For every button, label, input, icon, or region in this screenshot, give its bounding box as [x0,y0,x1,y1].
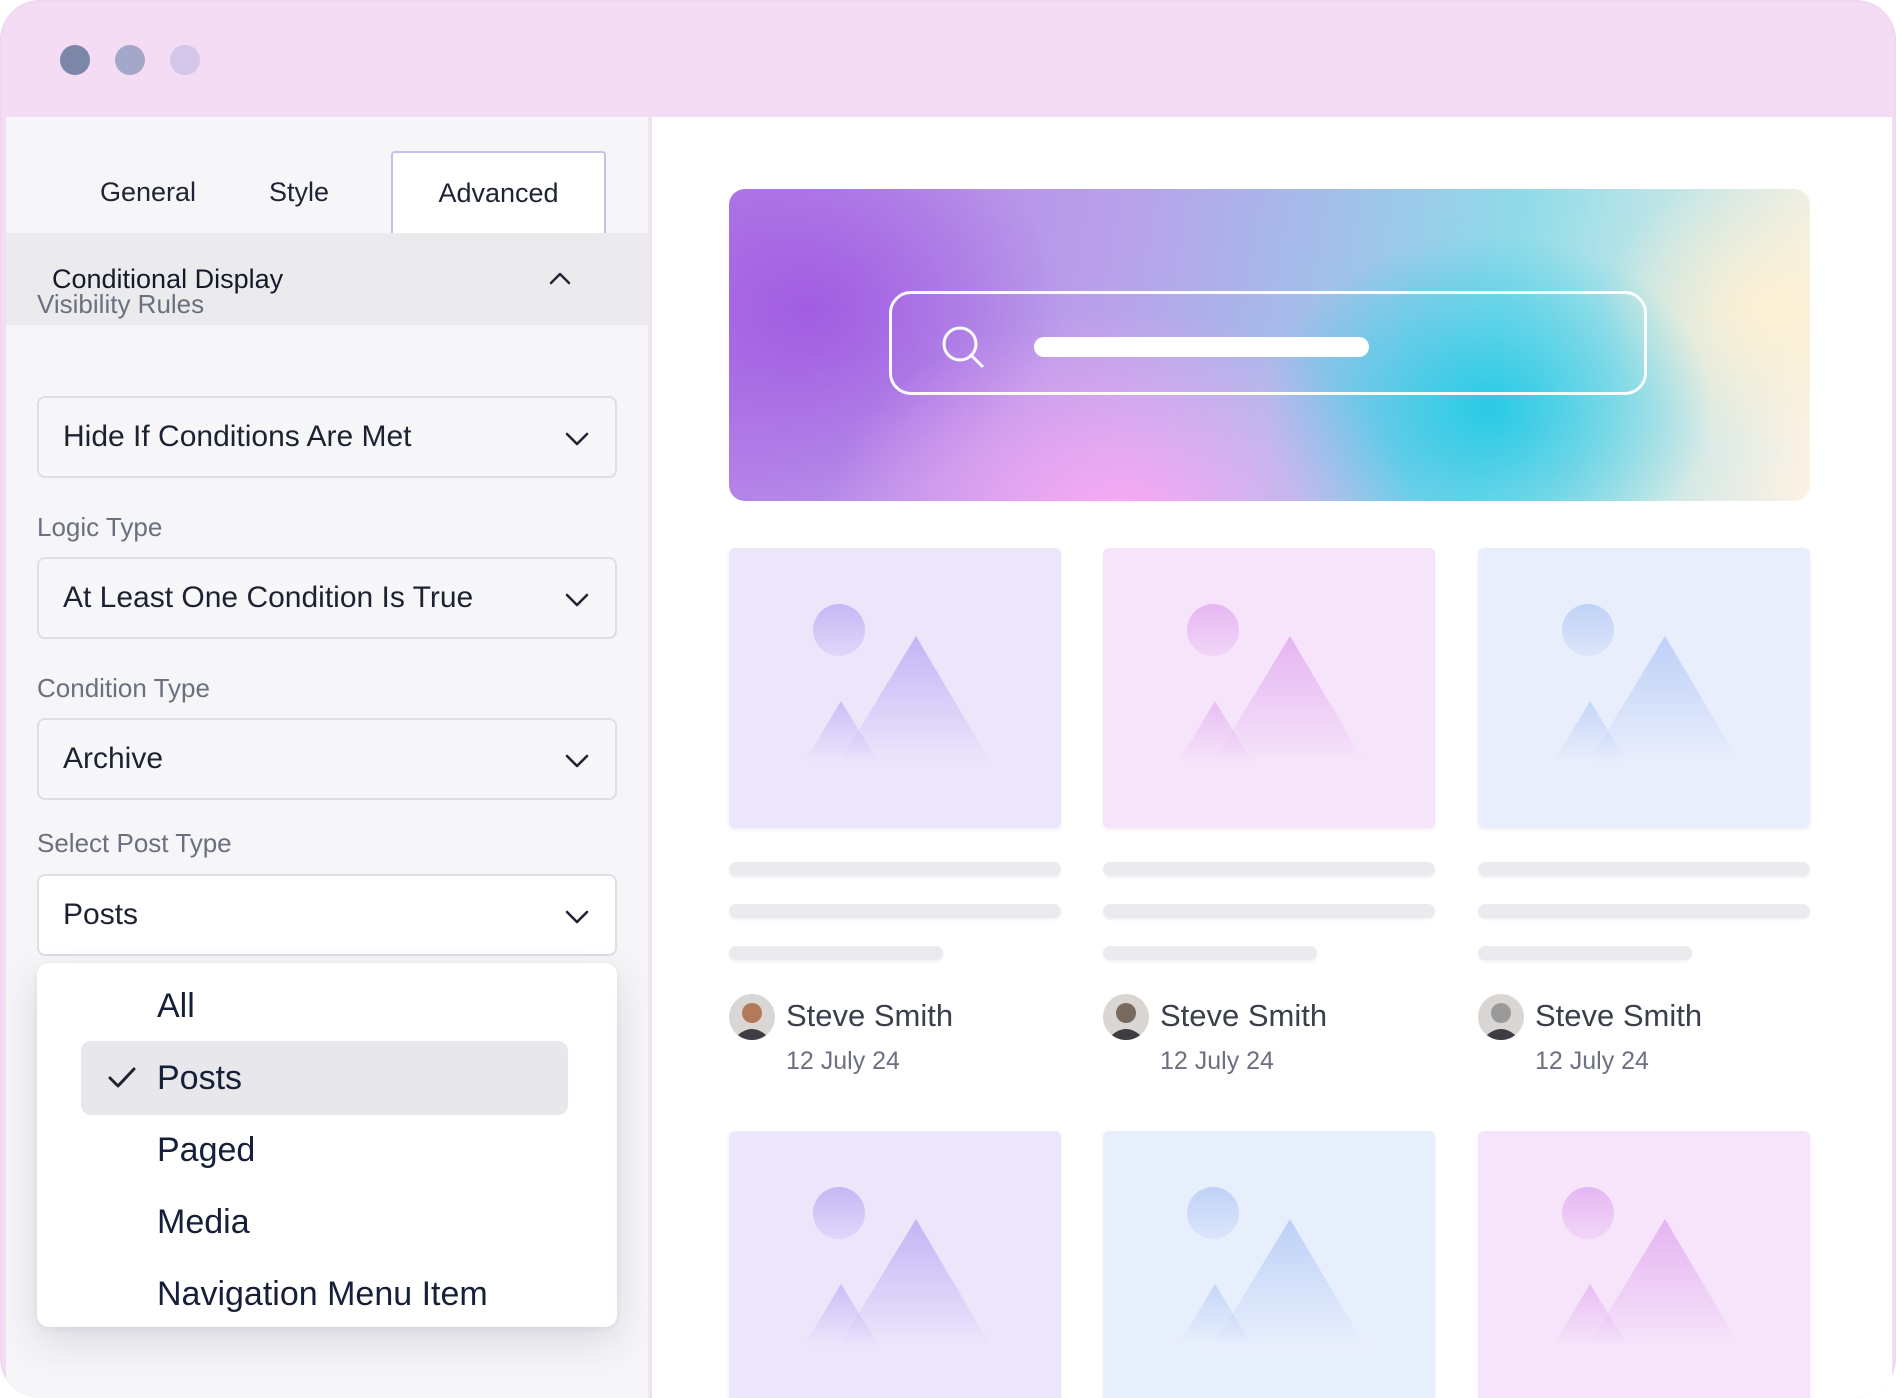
post-thumbnail[interactable] [1478,548,1810,828]
window-minimize-button[interactable] [115,45,145,75]
option-all[interactable]: All [81,969,568,1043]
text-skeleton-line [1478,904,1810,918]
option-navigation-menu-item[interactable]: Navigation Menu Item [81,1257,568,1331]
condition-type-select[interactable]: Archive [37,718,617,800]
text-skeleton-line [729,904,1061,918]
settings-panel: General Style Advanced Conditional Displ… [6,117,650,1398]
condition-type-label: Condition Type [37,673,210,703]
post-date: 12 July 24 [786,1047,900,1075]
option-label: Posts [157,1058,243,1097]
author-avatar[interactable] [729,994,775,1040]
image-placeholder-icon [1178,604,1365,763]
search-icon [942,326,984,368]
logic-type-value: At Least One Condition Is True [63,581,474,614]
visibility-rules-select[interactable]: Hide If Conditions Are Met [37,396,617,478]
post-thumbnail[interactable] [729,1131,1061,1398]
image-placeholder-icon [804,604,991,763]
chevron-down-icon [565,593,589,607]
text-skeleton-line [1103,946,1317,960]
author-avatar[interactable] [1478,994,1524,1040]
post-type-select[interactable]: Posts [37,874,617,956]
image-placeholder-icon [1178,1187,1365,1346]
chevron-up-icon [549,272,571,285]
hero-search-box[interactable] [889,291,1647,395]
post-type-value: Posts [63,898,139,931]
tab-bar: General Style Advanced [6,117,648,233]
search-placeholder-bar [1034,337,1369,357]
image-placeholder-icon [804,1187,991,1346]
image-placeholder-icon [1553,604,1740,763]
post-date: 12 July 24 [1535,1047,1649,1075]
post-thumbnail[interactable] [1103,548,1435,828]
author-name[interactable]: Steve Smith [1535,998,1702,1034]
post-thumbnail[interactable] [729,548,1061,828]
logic-type-label: Logic Type [37,512,163,542]
option-label: All [157,986,195,1025]
chevron-down-icon [565,754,589,768]
author-name[interactable]: Steve Smith [786,998,953,1034]
post-type-label: Select Post Type [37,828,232,858]
option-media[interactable]: Media [81,1185,568,1259]
app-window: General Style Advanced Conditional Displ… [0,0,1896,1398]
visibility-rules-value: Hide If Conditions Are Met [63,420,412,453]
text-skeleton-line [729,862,1061,876]
chevron-down-icon [565,910,589,924]
image-placeholder-icon [1553,1187,1740,1346]
author-name[interactable]: Steve Smith [1160,998,1327,1034]
tab-advanced[interactable]: Advanced [391,151,606,233]
post-type-dropdown-menu: All Posts Paged Media Navigation Menu It… [37,963,617,1327]
option-label: Paged [157,1130,256,1169]
page-preview: Steve Smith 12 July 24 Steve Smith 12 July … [652,117,1892,1398]
text-skeleton-line [1478,946,1692,960]
chevron-down-icon [565,432,589,446]
tab-general[interactable]: General [68,151,228,233]
condition-type-value: Archive [63,742,164,775]
option-paged[interactable]: Paged [81,1113,568,1187]
post-date: 12 July 24 [1160,1047,1274,1075]
option-posts[interactable]: Posts [81,1041,568,1115]
text-skeleton-line [1103,862,1435,876]
logic-type-select[interactable]: At Least One Condition Is True [37,557,617,639]
text-skeleton-line [1478,862,1810,876]
option-label: Media [157,1202,250,1241]
option-label: Navigation Menu Item [157,1274,488,1313]
hero-banner [729,189,1810,501]
tab-style[interactable]: Style [228,151,370,233]
post-thumbnail[interactable] [1478,1131,1810,1398]
author-avatar[interactable] [1103,994,1149,1040]
text-skeleton-line [1103,904,1435,918]
visibility-rules-label: Visibility Rules [37,289,205,319]
checkmark-icon [108,1067,136,1088]
window-close-button[interactable] [60,45,90,75]
title-bar [0,0,1896,117]
post-thumbnail[interactable] [1103,1131,1435,1398]
window-maximize-button[interactable] [170,45,200,75]
text-skeleton-line [729,946,943,960]
